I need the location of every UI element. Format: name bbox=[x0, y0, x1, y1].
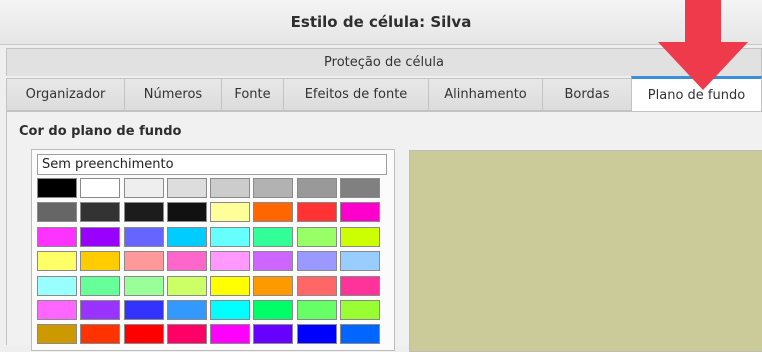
arrow-head bbox=[658, 42, 748, 90]
title-bar: Estilo de célula: Silva bbox=[0, 0, 762, 45]
color-swatch[interactable] bbox=[123, 178, 164, 198]
color-swatch[interactable] bbox=[166, 226, 207, 247]
color-swatch[interactable] bbox=[340, 299, 381, 320]
color-swatch[interactable] bbox=[37, 275, 77, 296]
color-swatch[interactable] bbox=[253, 226, 294, 247]
color-swatch[interactable] bbox=[37, 226, 77, 247]
color-swatch[interactable] bbox=[340, 202, 381, 223]
background-preview bbox=[409, 150, 762, 352]
color-swatch[interactable] bbox=[210, 251, 251, 272]
color-swatch[interactable] bbox=[80, 275, 121, 296]
color-swatch[interactable] bbox=[340, 226, 381, 247]
color-swatch[interactable] bbox=[296, 251, 337, 272]
color-swatch[interactable] bbox=[253, 251, 294, 272]
color-swatch[interactable] bbox=[166, 275, 207, 296]
color-swatch[interactable] bbox=[340, 275, 381, 296]
color-swatch[interactable] bbox=[210, 299, 251, 320]
color-swatch[interactable] bbox=[123, 251, 164, 272]
color-swatch[interactable] bbox=[253, 202, 294, 223]
color-swatch[interactable] bbox=[166, 178, 207, 198]
tab-label: Alinhamento bbox=[444, 87, 527, 102]
color-swatch[interactable] bbox=[123, 226, 164, 247]
color-swatch[interactable] bbox=[296, 178, 337, 198]
tab-numbers[interactable]: Números bbox=[124, 78, 221, 111]
tab-borders[interactable]: Bordas bbox=[542, 78, 631, 111]
color-swatch[interactable] bbox=[210, 226, 251, 247]
tab-label: Números bbox=[143, 87, 203, 102]
window-title: Estilo de célula: Silva bbox=[290, 13, 472, 31]
tab-cell-protection-label: Proteção de célula bbox=[324, 55, 444, 70]
color-swatch[interactable] bbox=[253, 178, 294, 198]
color-swatch[interactable] bbox=[80, 226, 121, 247]
background-panel: Cor do plano de fundo Sem preenchimento bbox=[6, 111, 762, 352]
color-swatch[interactable] bbox=[37, 299, 77, 320]
color-swatch[interactable] bbox=[166, 202, 207, 223]
color-swatch[interactable] bbox=[296, 275, 337, 296]
color-swatch[interactable] bbox=[80, 324, 121, 345]
color-palette: Sem preenchimento bbox=[31, 149, 395, 351]
tab-label: Efeitos de fonte bbox=[304, 87, 408, 102]
color-swatch[interactable] bbox=[80, 251, 121, 272]
color-swatch[interactable] bbox=[166, 299, 207, 320]
color-swatch[interactable] bbox=[253, 299, 294, 320]
color-swatch[interactable] bbox=[340, 324, 381, 345]
color-swatch[interactable] bbox=[253, 275, 294, 296]
tab-font-effects[interactable]: Efeitos de fonte bbox=[283, 78, 428, 111]
color-swatch[interactable] bbox=[210, 275, 251, 296]
tab-label: Fonte bbox=[234, 87, 271, 102]
tab-cell-protection[interactable]: Proteção de célula bbox=[6, 48, 762, 76]
color-swatch[interactable] bbox=[80, 178, 121, 198]
color-swatch[interactable] bbox=[340, 251, 381, 272]
color-swatch[interactable] bbox=[80, 202, 121, 223]
tab-label: Organizador bbox=[25, 87, 106, 102]
color-swatch[interactable] bbox=[166, 324, 207, 345]
color-swatch[interactable] bbox=[296, 324, 337, 345]
color-swatch[interactable] bbox=[210, 202, 251, 223]
arrow-shaft bbox=[685, 0, 721, 44]
no-fill-option[interactable]: Sem preenchimento bbox=[37, 154, 387, 175]
tab-bar: Organizador Números Fonte Efeitos de fon… bbox=[6, 76, 762, 111]
color-swatch[interactable] bbox=[123, 202, 164, 223]
tab-alignment[interactable]: Alinhamento bbox=[428, 78, 542, 111]
color-swatch[interactable] bbox=[37, 251, 77, 272]
red-arrow-down-icon bbox=[658, 0, 748, 90]
tab-font[interactable]: Fonte bbox=[221, 78, 283, 111]
color-swatch[interactable] bbox=[296, 226, 337, 247]
color-swatch[interactable] bbox=[37, 202, 77, 223]
color-swatch[interactable] bbox=[340, 178, 381, 198]
color-swatch[interactable] bbox=[123, 324, 164, 345]
color-swatch[interactable] bbox=[37, 324, 77, 345]
tab-organizer[interactable]: Organizador bbox=[6, 78, 124, 111]
color-swatch[interactable] bbox=[296, 202, 337, 223]
color-swatch[interactable] bbox=[123, 299, 164, 320]
color-swatch[interactable] bbox=[166, 251, 207, 272]
color-swatch[interactable] bbox=[210, 324, 251, 345]
color-swatch[interactable] bbox=[210, 178, 251, 198]
color-swatch[interactable] bbox=[123, 275, 164, 296]
color-swatch[interactable] bbox=[296, 299, 337, 320]
color-swatch[interactable] bbox=[253, 324, 294, 345]
background-color-heading: Cor do plano de fundo bbox=[19, 124, 182, 139]
color-swatch[interactable] bbox=[37, 178, 77, 198]
tab-label: Bordas bbox=[564, 87, 610, 102]
color-swatch-grid bbox=[37, 178, 381, 345]
color-swatch[interactable] bbox=[80, 299, 121, 320]
